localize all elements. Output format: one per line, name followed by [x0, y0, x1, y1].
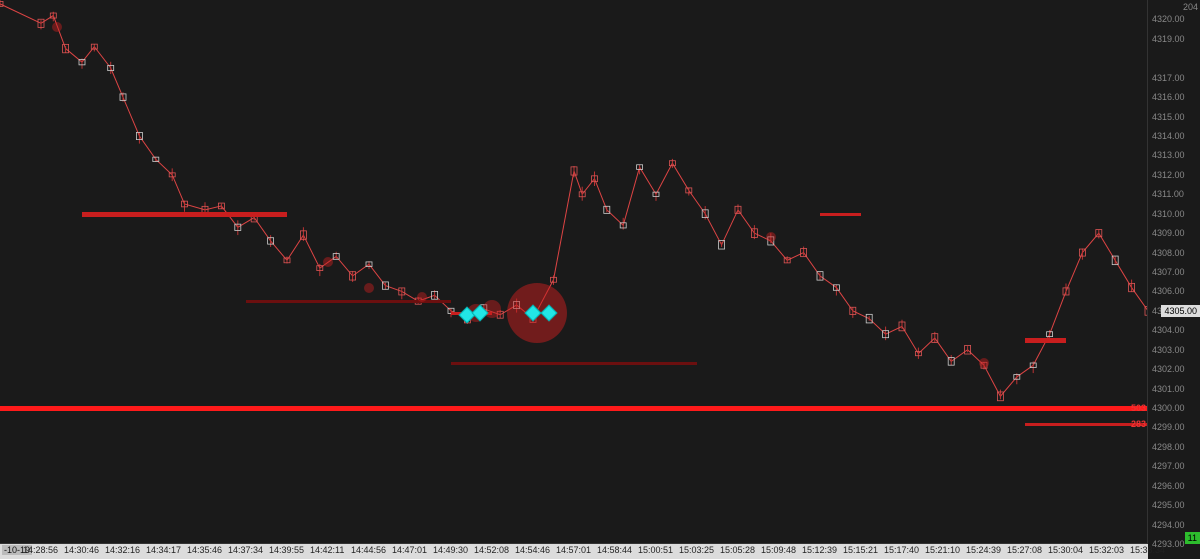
current-price-badge: 4305.00	[1161, 305, 1200, 317]
y-tick-label: 4320.00	[1152, 14, 1185, 24]
price-line	[0, 0, 1148, 544]
y-tick-label: 4312.00	[1152, 170, 1185, 180]
x-tick-label: 15:15:21	[843, 545, 878, 555]
x-tick-label: 14:58:44	[597, 545, 632, 555]
price-chart[interactable]: 503 283 204 4320.00 4319.00 4317.00 4316.00 4…	[0, 0, 1200, 559]
x-tick-label: 14:49:30	[433, 545, 468, 555]
x-tick-label: 15:24:39	[966, 545, 1001, 555]
x-tick-label: 15:27:08	[1007, 545, 1042, 555]
y-tick-label: 4302.00	[1152, 364, 1185, 374]
y-tick-label: 4299.00	[1152, 422, 1185, 432]
y-tick-label: 4298.00	[1152, 442, 1185, 452]
volume-bubble	[364, 283, 374, 293]
x-tick-label: 14:39:55	[269, 545, 304, 555]
x-tick-label: 15:21:10	[925, 545, 960, 555]
y-tick-label: 4317.00	[1152, 73, 1185, 83]
volume-bubble	[52, 22, 62, 32]
x-tick-label: 14:37:34	[228, 545, 263, 555]
y-tick-label: 4308.00	[1152, 248, 1185, 258]
x-tick-label: 14:34:17	[146, 545, 181, 555]
y-tick-label: 4297.00	[1152, 461, 1185, 471]
x-tick-label: 15:00:51	[638, 545, 673, 555]
x-tick-label: 15:38:34	[1130, 545, 1165, 555]
top-indicator-value: 204	[1183, 2, 1198, 12]
y-tick-label: 4316.00	[1152, 92, 1185, 102]
y-tick-label: 4311.00	[1152, 189, 1184, 199]
y-tick-label: 4307.00	[1152, 267, 1185, 277]
x-tick-label: 14:47:01	[392, 545, 427, 555]
volume-bubble	[979, 358, 989, 368]
y-tick-label: 4310.00	[1152, 209, 1185, 219]
volume-bubble	[323, 257, 333, 267]
x-tick-label: 14:52:08	[474, 545, 509, 555]
chart-plot-area[interactable]: 503 283	[0, 0, 1148, 544]
support-level	[0, 406, 1148, 411]
x-tick-label: 14:30:46	[64, 545, 99, 555]
x-tick-label: 14:28:56	[23, 545, 58, 555]
x-tick-label: 14:54:46	[515, 545, 550, 555]
volume-profile-label: 283	[1131, 419, 1146, 429]
y-tick-label: 4294.00	[1152, 520, 1185, 530]
y-tick-label: 4295.00	[1152, 500, 1185, 510]
x-tick-label: 14:57:01	[556, 545, 591, 555]
volume-profile-label: 503	[1131, 403, 1146, 413]
y-tick-label: 4314.00	[1152, 131, 1185, 141]
volume-zone	[820, 213, 861, 216]
volume-zone	[451, 362, 697, 365]
x-tick-label: 15:03:25	[679, 545, 714, 555]
bottom-right-indicator: 11	[1185, 532, 1200, 544]
volume-zone	[1025, 423, 1148, 426]
y-tick-label: 4303.00	[1152, 345, 1185, 355]
x-tick-label: 14:32:16	[105, 545, 140, 555]
y-tick-label: 4313.00	[1152, 150, 1185, 160]
volume-bubble	[417, 292, 427, 302]
y-tick-label: 4315.00	[1152, 112, 1185, 122]
volume-zone	[1025, 338, 1066, 343]
x-tick-label: 15:12:39	[802, 545, 837, 555]
volume-zone	[82, 212, 287, 217]
y-axis: 204 4320.00 4319.00 4317.00 4316.00 4315.00 4…	[1147, 0, 1200, 544]
y-tick-label: 4319.00	[1152, 34, 1185, 44]
y-tick-label: 4304.00	[1152, 325, 1185, 335]
x-tick-label: 14:44:56	[351, 545, 386, 555]
x-tick-label: 15:30:04	[1048, 545, 1083, 555]
x-tick-label: 15:17:40	[884, 545, 919, 555]
y-tick-label: 4301.00	[1152, 384, 1185, 394]
x-tick-label: 15:32:03	[1089, 545, 1124, 555]
x-axis: -10-1914:28:5614:30:4614:32:1614:34:1714…	[0, 543, 1148, 559]
x-tick-label: 14:35:46	[187, 545, 222, 555]
y-tick-label: 4300.00	[1152, 403, 1185, 413]
y-tick-label: 4306.00	[1152, 286, 1185, 296]
x-tick-label: 15:09:48	[761, 545, 796, 555]
y-tick-label: 4296.00	[1152, 481, 1185, 491]
y-tick-label: 4309.00	[1152, 228, 1185, 238]
x-tick-label: 15:05:28	[720, 545, 755, 555]
x-tick-label: 14:42:11	[310, 545, 344, 555]
volume-bubble	[766, 232, 776, 242]
